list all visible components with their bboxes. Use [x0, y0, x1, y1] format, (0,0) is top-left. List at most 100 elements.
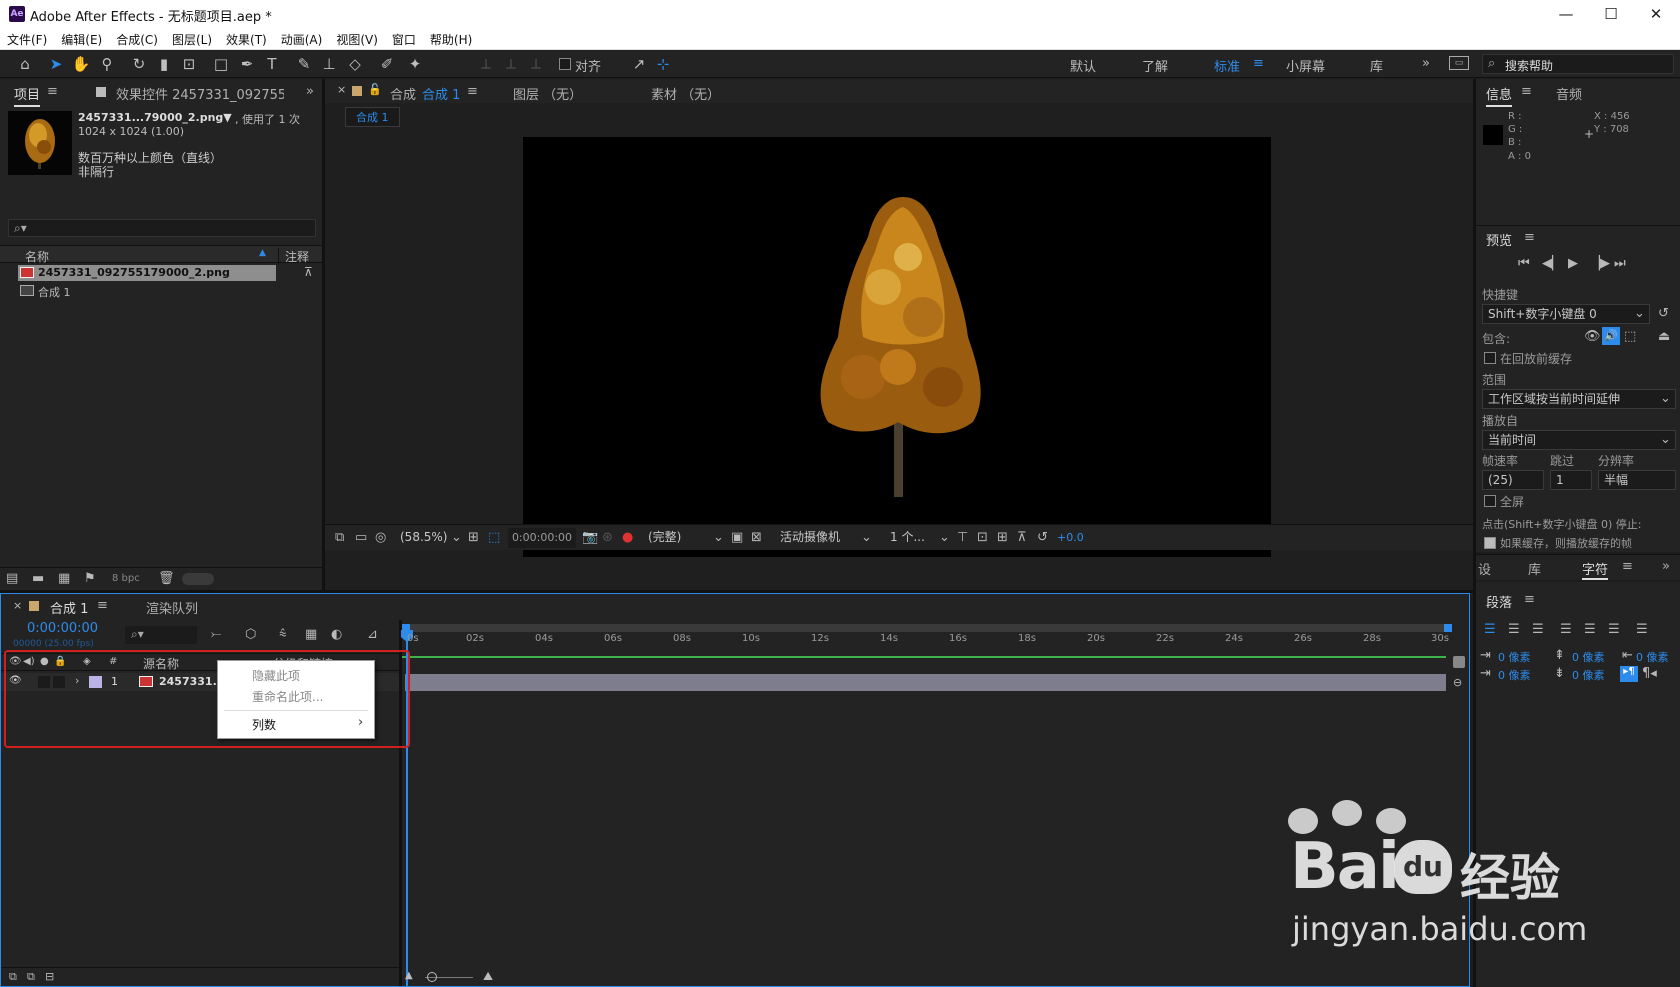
space-after-value[interactable]: 0 像素 [1572, 667, 1605, 683]
workspace-more[interactable]: » [1422, 56, 1430, 71]
workspace-menu-icon[interactable]: ≡ [1253, 56, 1264, 71]
tabs-more-icon[interactable]: » [1662, 559, 1670, 574]
comp-viewer-canvas[interactable] [523, 137, 1271, 557]
timeline-icon[interactable]: ⊞ [997, 530, 1008, 545]
always-preview-icon[interactable]: ⧉ [335, 530, 344, 545]
workspace-learn[interactable]: 了解 [1142, 56, 1168, 75]
layer-switches-icon[interactable]: ⧉ [9, 970, 17, 984]
info-menu-icon[interactable]: ≡ [1521, 84, 1532, 99]
space-before-icon[interactable]: ⇞ [1554, 648, 1565, 663]
reset-exposure-icon[interactable]: ↺ [1037, 530, 1048, 545]
timeline-timecode[interactable]: 0:00:00:00 [27, 621, 98, 636]
snap-grid-icon[interactable]: ⊹ [652, 53, 674, 75]
workspace-standard[interactable]: 标准 [1214, 56, 1240, 75]
snap-icon[interactable]: ↗ [628, 53, 650, 75]
timeline-search-input[interactable]: ⌕▾ [125, 626, 197, 644]
justify-left-icon[interactable]: ☰ [1560, 622, 1572, 637]
interpret-footage-icon[interactable]: ▤ [6, 571, 18, 586]
help-search-box[interactable]: ⌕ 搜索帮助 [1482, 54, 1674, 74]
comp-breadcrumb[interactable]: 合成 1 [345, 107, 400, 127]
camera-dropdown[interactable]: 活动摄像机 [775, 528, 871, 548]
axis-local-icon[interactable]: ⟂ [475, 53, 497, 75]
text-tool-icon[interactable]: T [261, 53, 283, 75]
skip-dropdown[interactable]: 1 [1550, 470, 1592, 490]
rotate-tool-icon[interactable]: ↻ [128, 53, 150, 75]
in-out-icon[interactable]: ⊟ [45, 970, 54, 983]
indent-right-value[interactable]: 0 像素 [1636, 649, 1669, 665]
menu-layer[interactable]: 图层(L) [165, 28, 219, 48]
toggle-mask-icon[interactable]: ⊠ [751, 530, 762, 545]
indent-left-icon[interactable]: ⇥ [1480, 648, 1491, 663]
monitor-icon[interactable]: ▭ [355, 530, 367, 545]
tab-comp-name[interactable]: 合成 1 [422, 84, 460, 103]
selection-tool-icon[interactable]: ➤ [45, 53, 67, 75]
timeline-tab-comp[interactable]: 合成 1 [50, 598, 88, 617]
zoom-in-icon[interactable]: ⛰ [483, 969, 493, 984]
project-menu-icon[interactable]: ≡ [47, 84, 58, 99]
menu-view[interactable]: 视图(V) [329, 28, 385, 48]
close-tab-icon[interactable]: × [337, 83, 346, 96]
workspace-library[interactable]: 库 [1370, 56, 1383, 75]
zoom-chevron-down-icon[interactable]: ⌄ [451, 530, 462, 545]
rtl-direction-icon[interactable]: ¶◂ [1642, 666, 1657, 681]
play-from-dropdown[interactable]: 当前时间 [1482, 430, 1676, 450]
frame-blending-icon[interactable]: ▦ [305, 627, 317, 642]
bit-depth-label[interactable]: 8 bpc [112, 573, 140, 584]
tab-info[interactable]: 信息 [1486, 84, 1513, 107]
range-dropdown[interactable]: 工作区域按当前时间延伸 [1482, 389, 1676, 409]
last-frame-icon[interactable]: ⏭ [1614, 256, 1626, 271]
trim-icon[interactable]: ⊖ [1453, 676, 1462, 689]
workspace-default[interactable]: 默认 [1070, 56, 1096, 75]
if-cache-checkbox[interactable] [1484, 537, 1496, 549]
help-search-input[interactable]: 搜索帮助 [1505, 57, 1553, 74]
tab-comp-label[interactable]: 合成 [390, 84, 416, 103]
puppet-tool-icon[interactable]: ✦ [404, 53, 426, 75]
play-icon[interactable]: ▶ [1568, 256, 1578, 271]
panel-more-icon[interactable]: » [306, 84, 314, 99]
menu-file[interactable]: 文件(F) [0, 28, 54, 48]
indent-right-icon[interactable]: ⇤ [1622, 648, 1633, 663]
clone-stamp-tool-icon[interactable]: ⊥ [318, 53, 340, 75]
first-frame-icon[interactable]: ⏮ [1518, 256, 1530, 271]
rectangle-tool-icon[interactable]: □ [210, 53, 232, 75]
tab-layer[interactable]: 图层 （无） [513, 84, 582, 103]
menu-composition[interactable]: 合成(C) [109, 28, 165, 48]
include-video-eye-icon[interactable]: 👁 [1584, 329, 1601, 344]
graph-editor-icon[interactable]: ⊿ [367, 627, 378, 642]
col-name-header[interactable]: 名称 [25, 248, 49, 265]
tab-project[interactable]: 项目 [14, 84, 41, 107]
comp-lock-icon[interactable]: 🔓 [368, 83, 382, 96]
align-center-icon[interactable]: ☰ [1508, 622, 1520, 637]
quality-chevron-down-icon[interactable]: ⌄ [713, 530, 724, 545]
shortcut-dropdown[interactable]: Shift+数字小键盘 0 [1482, 304, 1650, 324]
next-frame-icon[interactable]: ▕▶ [1590, 256, 1610, 271]
first-line-indent-icon[interactable]: ⇥ [1480, 666, 1491, 681]
space-before-value[interactable]: 0 像素 [1572, 649, 1605, 665]
framerate-dropdown[interactable]: (25) [1482, 470, 1544, 490]
work-area-end[interactable] [1444, 624, 1452, 632]
hand-tool-icon[interactable]: ✋ [70, 53, 92, 75]
brush-tool-icon[interactable]: ✎ [293, 53, 315, 75]
region-of-interest-icon[interactable]: ⬚ [488, 530, 500, 545]
work-area-bar[interactable] [402, 624, 1450, 632]
project-settings-icon[interactable]: ⚑ [84, 571, 96, 586]
menu-animation[interactable]: 动画(A) [274, 28, 330, 48]
fullscreen-checkbox[interactable] [1484, 495, 1496, 507]
paragraph-menu-icon[interactable]: ≡ [1524, 592, 1535, 607]
justify-all-icon[interactable]: ☰ [1636, 622, 1648, 637]
draft-3d-icon[interactable]: ⬡ [245, 627, 256, 642]
layer-duration-bar[interactable] [405, 674, 1446, 691]
comp-menu-icon[interactable]: ≡ [467, 84, 478, 99]
motion-blur-icon[interactable]: ◐ [331, 627, 342, 642]
character-menu-icon[interactable]: ≡ [1622, 559, 1633, 574]
include-audio-speaker-icon[interactable]: 🔊 [1602, 327, 1620, 345]
pan-behind-tool-icon[interactable]: ⊡ [178, 53, 200, 75]
fit-resolution-icon[interactable]: ⊞ [468, 530, 479, 545]
minimize-button[interactable]: — [1546, 4, 1586, 24]
reset-icon[interactable]: ↺ [1658, 306, 1669, 321]
snapshot-camera-icon[interactable]: 📷 [582, 530, 598, 545]
new-composition-icon[interactable]: ▦ [58, 571, 70, 586]
fast-preview-icon[interactable]: ⊡ [977, 530, 988, 545]
previous-frame-icon[interactable]: ◀▏ [1542, 256, 1562, 271]
timeline-menu-icon[interactable]: ≡ [97, 598, 108, 613]
